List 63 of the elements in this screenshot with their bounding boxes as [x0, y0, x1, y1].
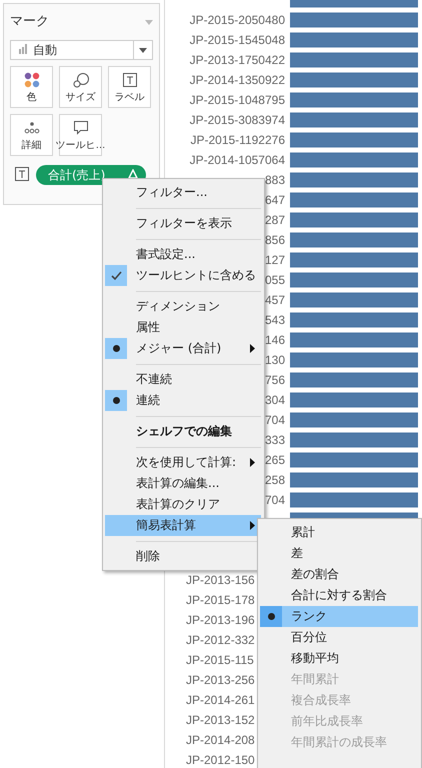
row-label: 457 [264, 293, 285, 307]
menu-item[interactable]: 次を使用して計算: [105, 452, 261, 473]
menu-item[interactable]: 属性 [105, 317, 261, 338]
menu-item[interactable]: ディメンション [105, 296, 261, 317]
menu-item[interactable]: 書式設定... [105, 244, 261, 265]
row-label: JP-2012-332 [186, 633, 255, 647]
menu-item[interactable]: 移動平均 [260, 648, 418, 669]
mark-type-dropdown[interactable]: 自動 [10, 40, 153, 60]
row-label: 647 [264, 193, 285, 207]
row-label: 287 [264, 213, 285, 227]
menu-item[interactable]: 百分位 [260, 627, 418, 648]
menu-item[interactable]: メジャー (合計) [105, 338, 261, 359]
menu-item[interactable]: 不連続 [105, 369, 261, 390]
menu-item[interactable]: 差の割合 [260, 564, 418, 585]
row-label: 543 [264, 313, 285, 327]
menu-item[interactable]: 表計算のクリア [105, 494, 261, 515]
row-label: JP-2013-152 [186, 713, 255, 727]
menu-item[interactable]: 削除 [105, 546, 261, 567]
row-label: JP-2015-178 [186, 593, 255, 607]
row-label: JP-2015-1545048 [190, 33, 285, 47]
row-label: 055 [264, 273, 285, 287]
row-label: 704 [264, 493, 285, 507]
row-label: JP-2012-150 [186, 753, 255, 767]
row-label: JP-2014-1057064 [190, 153, 285, 167]
menu-item[interactable]: 合計に対する割合 [260, 585, 418, 606]
mark-card-button[interactable]: 色 [10, 66, 53, 108]
panel-title: マーク [10, 13, 49, 30]
row-label: 333 [264, 433, 285, 447]
row-label: 127 [264, 253, 285, 267]
menu-item[interactable]: フィルターを表示 [105, 213, 261, 234]
row-label: JP-2015-2050480 [190, 13, 285, 27]
row-label: 130 [264, 353, 285, 367]
row-label: JP-2015-1048795 [190, 93, 285, 107]
menu-item[interactable]: 表計算の編集... [105, 473, 261, 494]
row-label: 856 [264, 233, 285, 247]
row-label: 304 [264, 393, 285, 407]
mark-card-button[interactable]: サイズ [59, 66, 102, 108]
menu-item[interactable]: 簡易表計算 [105, 515, 261, 536]
row-label: 258 [264, 473, 285, 487]
row-label: 704 [264, 413, 285, 427]
menu-item[interactable]: ランク [260, 606, 418, 627]
row-label: 883 [264, 173, 285, 187]
mark-card-button[interactable]: ラベル [108, 66, 151, 108]
menu-item[interactable]: シェルフでの編集 [105, 421, 261, 442]
menu-item[interactable]: フィルター... [105, 182, 261, 203]
row-label: JP-2013-196 [186, 613, 255, 627]
row-label: JP-2015-1192276 [190, 133, 285, 147]
menu-item[interactable]: 累計 [260, 522, 418, 543]
row-label: JP-2014-208 [186, 733, 255, 747]
row-label: 146 [264, 333, 285, 347]
menu-item[interactable]: 差 [260, 543, 418, 564]
row-label: JP-2014-1350922 [190, 73, 285, 87]
row-label: 265 [264, 453, 285, 467]
row-label: JP-2013-1750422 [190, 53, 285, 67]
row-label: JP-2015-115 [186, 653, 254, 667]
row-label: JP-2015-3083974 [190, 113, 285, 127]
menu-item[interactable]: ツールヒントに含める [105, 265, 261, 286]
mark-card-button[interactable]: 詳細 [10, 114, 53, 156]
row-label: JP-2014-261 [186, 693, 255, 707]
row-label: JP-2013-156 [186, 573, 255, 587]
row-label: 756 [264, 373, 285, 387]
menu-item[interactable]: 連続 [105, 390, 261, 411]
row-label: JP-2013-256 [186, 673, 255, 687]
